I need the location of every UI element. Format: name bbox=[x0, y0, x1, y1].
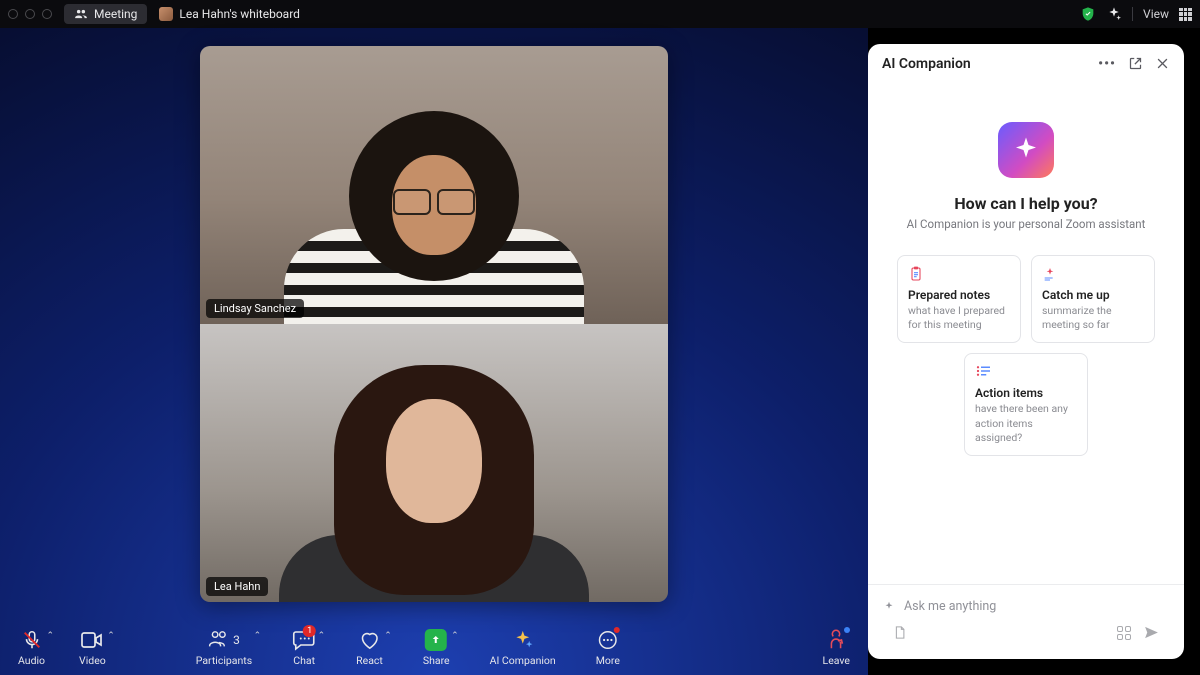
panel-input-area: Ask me anything bbox=[868, 584, 1184, 659]
view-label[interactable]: View bbox=[1143, 7, 1169, 21]
video-tiles: Lindsay Sanchez Lea Hahn bbox=[200, 46, 668, 602]
chat-label: Chat bbox=[293, 654, 315, 667]
card-desc: have there been any action items assigne… bbox=[975, 402, 1077, 445]
share-label: Share bbox=[423, 654, 450, 667]
apps-icon[interactable] bbox=[1117, 626, 1131, 640]
share-button[interactable]: ⌃ Share bbox=[417, 629, 456, 667]
participants-icon: 3 bbox=[208, 629, 240, 651]
video-icon bbox=[80, 629, 104, 651]
window-controls[interactable] bbox=[8, 9, 52, 19]
document-icon[interactable] bbox=[892, 625, 907, 640]
sparkle-doc-icon bbox=[1042, 266, 1144, 282]
video-tile[interactable]: Lea Hahn bbox=[200, 324, 668, 602]
participant-name: Lea Hahn bbox=[206, 577, 268, 596]
card-catch-me-up[interactable]: Catch me up summarize the meeting so far bbox=[1031, 255, 1155, 343]
leave-button[interactable]: Leave bbox=[817, 629, 856, 667]
card-prepared-notes[interactable]: Prepared notes what have I prepared for … bbox=[897, 255, 1021, 343]
participants-count: 3 bbox=[233, 633, 240, 647]
chevron-up-icon[interactable]: ⌃ bbox=[451, 631, 459, 641]
audio-button[interactable]: ⌃ Audio bbox=[12, 629, 51, 667]
suggestion-cards: Prepared notes what have I prepared for … bbox=[882, 255, 1170, 456]
mic-muted-icon bbox=[21, 629, 43, 651]
more-button[interactable]: More bbox=[590, 629, 626, 667]
chevron-up-icon[interactable]: ⌃ bbox=[384, 631, 392, 641]
traffic-min-icon[interactable] bbox=[25, 9, 35, 19]
panel-header: AI Companion ••• bbox=[868, 44, 1184, 84]
card-title: Catch me up bbox=[1042, 288, 1144, 302]
card-desc: summarize the meeting so far bbox=[1042, 304, 1144, 332]
sparkle-icon bbox=[512, 629, 534, 651]
ai-companion-panel: AI Companion ••• How can I help you? AI … bbox=[868, 44, 1184, 659]
popout-icon[interactable] bbox=[1128, 56, 1143, 71]
react-button[interactable]: ⌃ React bbox=[350, 629, 389, 667]
close-icon[interactable] bbox=[1155, 56, 1170, 71]
chat-button[interactable]: ⌃ 1 Chat bbox=[286, 629, 322, 667]
card-desc: what have I prepared for this meeting bbox=[908, 304, 1010, 332]
participant-figure bbox=[349, 111, 519, 281]
ask-placeholder: Ask me anything bbox=[904, 599, 996, 614]
react-label: React bbox=[356, 654, 383, 667]
card-title: Prepared notes bbox=[908, 288, 1010, 302]
chevron-up-icon[interactable]: ⌃ bbox=[47, 631, 55, 641]
shield-check-icon[interactable] bbox=[1080, 6, 1096, 22]
video-button[interactable]: ⌃ Video bbox=[73, 629, 112, 667]
tab-meeting-label: Meeting bbox=[94, 7, 137, 21]
grid-icon[interactable] bbox=[1179, 8, 1192, 21]
ai-companion-label: AI Companion bbox=[490, 654, 556, 667]
video-area: Lindsay Sanchez Lea Hahn ⌃ bbox=[0, 28, 868, 675]
ai-logo-icon bbox=[998, 122, 1054, 178]
tab-whiteboard-label: Lea Hahn's whiteboard bbox=[179, 7, 300, 21]
tab-whiteboard[interactable]: Lea Hahn's whiteboard bbox=[159, 7, 300, 21]
traffic-max-icon[interactable] bbox=[42, 9, 52, 19]
participants-label: Participants bbox=[196, 654, 252, 667]
divider bbox=[1132, 7, 1133, 21]
more-options-icon[interactable]: ••• bbox=[1098, 56, 1116, 72]
participant-name: Lindsay Sanchez bbox=[206, 299, 304, 318]
heart-icon bbox=[359, 629, 381, 651]
panel-heading: How can I help you? bbox=[954, 194, 1097, 213]
card-title: Action items bbox=[975, 386, 1077, 400]
participants-button[interactable]: ⌃ 3 Participants bbox=[190, 629, 258, 667]
video-label: Video bbox=[79, 654, 106, 667]
participant-figure bbox=[334, 365, 534, 595]
chevron-up-icon[interactable]: ⌃ bbox=[107, 631, 115, 641]
notification-dot-icon bbox=[844, 627, 850, 633]
sparkle-icon[interactable] bbox=[1106, 6, 1122, 22]
titlebar: Meeting Lea Hahn's whiteboard View bbox=[0, 0, 1200, 28]
traffic-close-icon[interactable] bbox=[8, 9, 18, 19]
video-tile[interactable]: Lindsay Sanchez bbox=[200, 46, 668, 324]
chevron-up-icon[interactable]: ⌃ bbox=[254, 631, 262, 641]
panel-subheading: AI Companion is your personal Zoom assis… bbox=[907, 217, 1146, 231]
chevron-up-icon[interactable]: ⌃ bbox=[318, 631, 326, 641]
send-icon[interactable] bbox=[1143, 624, 1160, 641]
sparkle-icon bbox=[882, 600, 896, 614]
ai-companion-button[interactable]: AI Companion bbox=[484, 629, 562, 667]
share-screen-icon bbox=[425, 629, 447, 651]
clipboard-icon bbox=[908, 266, 1010, 282]
panel-title: AI Companion bbox=[882, 56, 971, 72]
ask-input[interactable]: Ask me anything bbox=[880, 595, 1172, 624]
list-icon bbox=[975, 364, 1077, 380]
leave-label: Leave bbox=[823, 654, 850, 667]
meeting-toolbar: ⌃ Audio ⌃ Video ⌃ bbox=[0, 620, 868, 675]
avatar-icon bbox=[159, 7, 173, 21]
tab-meeting[interactable]: Meeting bbox=[64, 4, 147, 24]
more-label: More bbox=[596, 654, 620, 667]
audio-label: Audio bbox=[18, 654, 45, 667]
card-action-items[interactable]: Action items have there been any action … bbox=[964, 353, 1088, 456]
people-icon bbox=[74, 7, 88, 21]
notification-dot-icon bbox=[614, 627, 620, 633]
